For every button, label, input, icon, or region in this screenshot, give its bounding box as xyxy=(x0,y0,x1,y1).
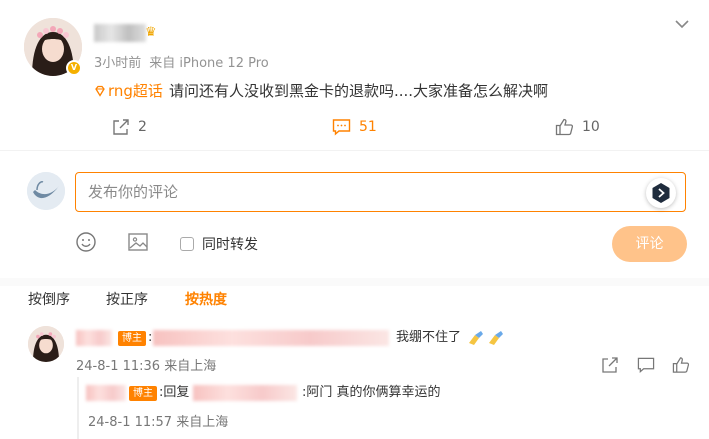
share-button[interactable]: 2 xyxy=(112,116,147,138)
post-actions: 2 51 10 xyxy=(0,116,709,140)
floating-action-button[interactable] xyxy=(646,178,676,208)
reply-blogger-badge: 博主 xyxy=(129,386,157,401)
checkbox-box[interactable] xyxy=(180,237,194,251)
author-name-redacted[interactable] xyxy=(94,24,146,42)
comment-location: 来自上海 xyxy=(164,359,217,374)
diamond-icon xyxy=(95,85,105,97)
reply-text-prefix: :回复 xyxy=(159,385,190,400)
hexagon-arrow-icon xyxy=(652,183,670,203)
commenter-name-redacted[interactable] xyxy=(76,330,112,346)
reply-author-redacted[interactable] xyxy=(86,385,126,401)
reply-meta: 24-8-1 11:57 来自上海 xyxy=(88,411,228,430)
comment-reply-icon[interactable] xyxy=(637,356,655,374)
repost-label: 同时转发 xyxy=(202,237,258,253)
comment-text: 我绷不住了 xyxy=(396,330,462,345)
current-user-avatar xyxy=(27,172,65,210)
tab-sort-desc[interactable]: 按倒序 xyxy=(28,289,70,309)
composer-tools: 同时转发 评论 xyxy=(0,226,709,262)
crown-icon: ♛ xyxy=(145,25,157,40)
section-divider xyxy=(0,278,709,286)
post-source: 来自 iPhone 12 Pro xyxy=(149,56,269,71)
comment-share-icon[interactable] xyxy=(601,356,619,374)
reply-text: :阿门 真的你俩算幸运的 xyxy=(302,385,441,400)
comment-text-redacted xyxy=(153,330,389,346)
thumbs-up-icon xyxy=(555,118,574,136)
comment-count: 51 xyxy=(359,119,377,135)
comment-button[interactable]: 51 xyxy=(332,116,377,138)
emoji-icon[interactable] xyxy=(75,231,97,253)
comment-input-placeholder: 发布你的评论 xyxy=(88,183,179,201)
share-icon xyxy=(113,119,129,135)
post-meta: 3小时前 来自 iPhone 12 Pro xyxy=(94,52,277,71)
comment-time: 24-8-1 11:36 xyxy=(76,359,161,374)
comment-icon xyxy=(332,119,351,136)
share-count: 2 xyxy=(138,119,147,135)
chevron-down-icon[interactable] xyxy=(674,18,690,30)
reply-thread-bar xyxy=(77,377,79,439)
topic-link[interactable]: rng超话 xyxy=(94,82,163,100)
image-icon[interactable] xyxy=(127,231,149,253)
like-count: 10 xyxy=(582,119,600,135)
comment-like-icon[interactable] xyxy=(672,356,690,374)
reply-location: 来自上海 xyxy=(176,415,229,430)
reply-time: 24-8-1 11:57 xyxy=(88,415,173,430)
tab-sort-asc[interactable]: 按正序 xyxy=(106,289,148,309)
like-button[interactable]: 10 xyxy=(555,116,600,138)
verified-badge-icon: V xyxy=(66,60,82,76)
post-header: V ♛ 3小时前 来自 iPhone 12 Pro xyxy=(24,18,694,76)
submit-comment-button[interactable]: 评论 xyxy=(612,226,687,262)
tab-sort-hot[interactable]: 按热度 xyxy=(185,289,227,309)
comment-text-prefix: : xyxy=(148,330,153,345)
cross-fingers-emoji-icon xyxy=(469,331,503,345)
post-text: 请问还有人没收到黑金卡的退款吗....大家准备怎么解决啊 xyxy=(168,82,549,100)
reply-target-redacted[interactable] xyxy=(193,385,297,401)
post-time[interactable]: 3小时前 xyxy=(94,56,141,71)
comment-input[interactable]: 发布你的评论 xyxy=(75,172,686,212)
divider xyxy=(0,150,709,151)
post-content: rng超话 请问还有人没收到黑金卡的退款吗....大家准备怎么解决啊 xyxy=(94,81,548,101)
commenter-avatar[interactable] xyxy=(28,326,64,362)
comment-meta: 24-8-1 11:36 来自上海 xyxy=(76,355,216,374)
topic-label: rng超话 xyxy=(108,82,163,100)
blogger-badge: 博主 xyxy=(118,331,146,346)
repost-checkbox[interactable]: 同时转发 xyxy=(180,234,258,254)
